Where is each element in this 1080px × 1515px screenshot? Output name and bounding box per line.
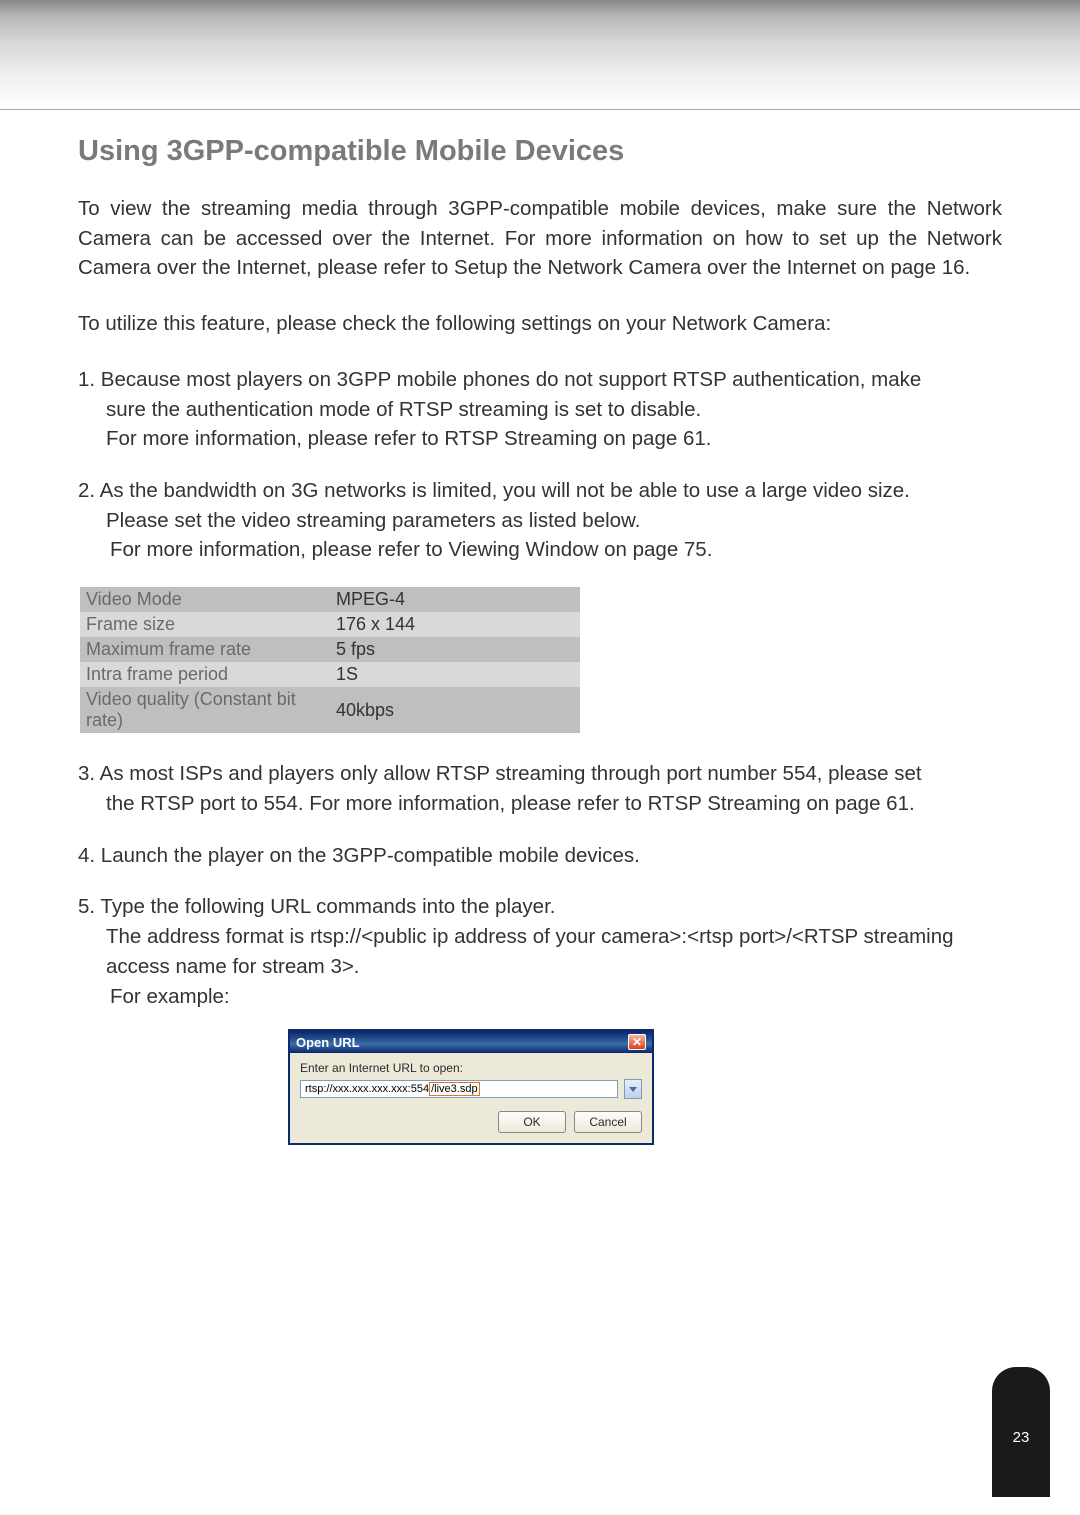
check-settings-paragraph: To utilize this feature, please check th… [78,309,1002,339]
dialog-prompt-label: Enter an Internet URL to open: [300,1061,642,1075]
setting-label: Frame size [80,612,330,637]
dialog-titlebar[interactable]: Open URL ✕ [290,1031,652,1053]
list-item-2-line1: 2. As the bandwidth on 3G networks is li… [78,476,1002,506]
page-number: 23 [1013,1429,1030,1446]
setting-label: Video Mode [80,587,330,612]
list-item-2-line2: Please set the video streaming parameter… [78,506,1002,536]
table-row: Intra frame period 1S [80,662,580,687]
url-input[interactable]: rtsp://xxx.xxx.xxx.xxx:554/live3.sdp [300,1080,618,1098]
settings-table: Video Mode MPEG-4 Frame size 176 x 144 M… [80,587,580,733]
close-icon[interactable]: ✕ [628,1034,646,1050]
table-row: Video Mode MPEG-4 [80,587,580,612]
table-row: Video quality (Constant bit rate) 40kbps [80,687,580,733]
dialog-button-row: OK Cancel [300,1111,642,1133]
url-highlighted-suffix: /live3.sdp [429,1082,479,1096]
page-content: Using 3GPP-compatible Mobile Devices To … [0,110,1080,1145]
list-item-5-line1: 5. Type the following URL commands into … [78,892,1002,922]
setting-value: 40kbps [330,687,580,733]
list-item-3-line2: the RTSP port to 554. For more informati… [78,789,1002,819]
header-gradient-bar [0,0,1080,110]
dialog-body: Enter an Internet URL to open: rtsp://xx… [290,1053,652,1143]
setting-value: 176 x 144 [330,612,580,637]
url-input-row: rtsp://xxx.xxx.xxx.xxx:554/live3.sdp [300,1079,642,1099]
list-item-1-line2: sure the authentication mode of RTSP str… [78,395,1002,425]
list-item-3-line1: 3. As most ISPs and players only allow R… [78,759,1002,789]
ok-button[interactable]: OK [498,1111,566,1133]
list-item-5-line4: For example: [78,982,1002,1012]
setting-value: MPEG-4 [330,587,580,612]
list-item-1-line3: For more information, please refer to RT… [78,424,1002,454]
chevron-down-icon [629,1087,637,1092]
list-item-1-line1: 1. Because most players on 3GPP mobile p… [78,365,1002,395]
page-number-tab: 23 [992,1367,1050,1497]
table-row: Maximum frame rate 5 fps [80,637,580,662]
dialog-title: Open URL [296,1035,360,1050]
cancel-button[interactable]: Cancel [574,1111,642,1133]
setting-value: 1S [330,662,580,687]
url-dropdown-button[interactable] [624,1079,642,1099]
list-item-2-line3: For more information, please refer to Vi… [78,535,1002,565]
list-item-4: 4. Launch the player on the 3GPP-compati… [78,841,1002,871]
list-item-5-line2: The address format is rtsp://<public ip … [78,922,1002,952]
open-url-dialog: Open URL ✕ Enter an Internet URL to open… [288,1029,654,1145]
list-item-3: 3. As most ISPs and players only allow R… [78,759,1002,818]
list-item-2: 2. As the bandwidth on 3G networks is li… [78,476,1002,565]
open-url-dialog-wrapper: Open URL ✕ Enter an Internet URL to open… [288,1029,1002,1145]
setting-label: Intra frame period [80,662,330,687]
list-item-1: 1. Because most players on 3GPP mobile p… [78,365,1002,454]
intro-paragraph: To view the streaming media through 3GPP… [78,194,1002,283]
table-row: Frame size 176 x 144 [80,612,580,637]
url-prefix-text: rtsp://xxx.xxx.xxx.xxx:554 [305,1083,429,1095]
list-item-5-line3: access name for stream 3>. [78,952,1002,982]
list-item-5: 5. Type the following URL commands into … [78,892,1002,1011]
page-title: Using 3GPP-compatible Mobile Devices [78,135,1002,168]
setting-label: Video quality (Constant bit rate) [80,687,330,733]
setting-label: Maximum frame rate [80,637,330,662]
setting-value: 5 fps [330,637,580,662]
